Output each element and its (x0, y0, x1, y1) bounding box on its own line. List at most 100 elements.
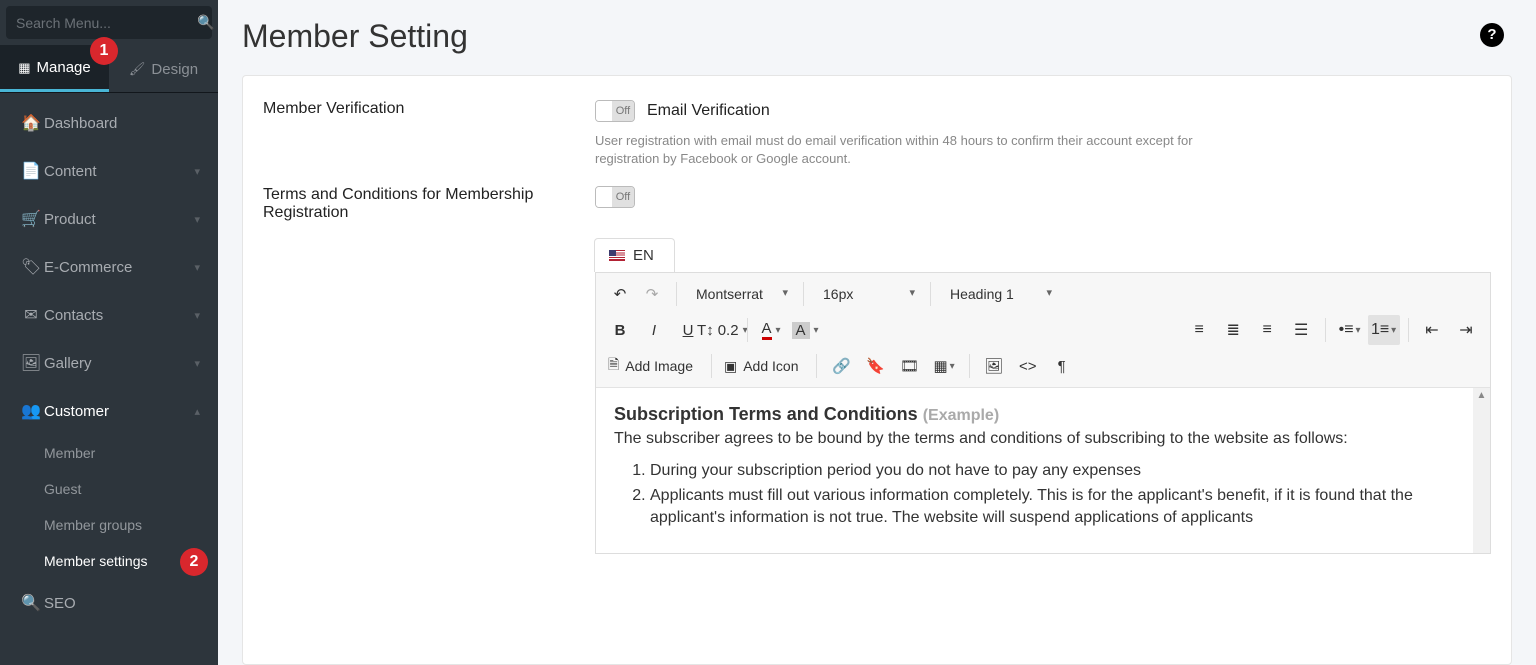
font-size-select[interactable]: 16px (812, 281, 922, 307)
chevron-up-icon: ▴ (194, 405, 200, 418)
tab-design[interactable]: 🖌 Design (109, 45, 218, 92)
search-icon: 🔍 (18, 593, 44, 613)
label-terms: Terms and Conditions for Membership Regi… (263, 186, 575, 554)
terms-heading: Subscription Terms and Conditions (614, 404, 923, 424)
menu-search-input[interactable] (16, 15, 197, 31)
align-center-button[interactable]: ≣ (1217, 315, 1249, 345)
subitem-member[interactable]: Member (0, 435, 218, 471)
sidebar-item-product[interactable]: 🛒 Product ▾ (0, 195, 218, 243)
sidebar-item-label: Contacts (44, 307, 103, 324)
settings-panel: Member Verification Off Email Verificati… (242, 75, 1512, 665)
editor-scrollbar[interactable]: ▲ (1473, 388, 1490, 553)
undo-button[interactable]: ↶ (604, 279, 636, 309)
align-right-icon: ≡ (1258, 321, 1276, 339)
subitem-guest[interactable]: Guest (0, 471, 218, 507)
subitem-member-groups[interactable]: Member groups (0, 507, 218, 543)
align-justify-button[interactable]: ☰ (1285, 315, 1317, 345)
scroll-up-icon: ▲ (1473, 390, 1490, 401)
outdent-button[interactable]: ⇤ (1416, 315, 1448, 345)
font-color-button[interactable]: A▾ (755, 315, 787, 345)
menu-search[interactable]: 🔍 (6, 6, 212, 39)
letter-spacing-button[interactable]: T↕0.2▾ (706, 315, 739, 345)
chevron-down-icon: ▾ (194, 213, 200, 226)
font-family-select[interactable]: Montserrat (685, 281, 795, 307)
list-ul-icon: •≡ (1339, 321, 1354, 339)
undo-icon: ↶ (614, 285, 627, 303)
badge-2: 2 (180, 548, 208, 576)
label-member-verification: Member Verification (263, 100, 575, 168)
video-icon: 🎞 (900, 357, 919, 375)
bg-color-button[interactable]: A▾ (789, 315, 821, 345)
file-icon: 📄 (18, 161, 44, 181)
align-right-button[interactable]: ≡ (1251, 315, 1283, 345)
add-image-button[interactable]: 🗎 Add Image (604, 354, 703, 378)
sidebar-item-label: Content (44, 163, 97, 180)
page-title: Member Setting (242, 18, 468, 55)
picture-button[interactable]: 🖼 (978, 351, 1010, 381)
customer-submenu: Member Guest Member groups Member settin… (0, 435, 218, 579)
toggle-state: Off (612, 101, 634, 121)
toggle-terms[interactable]: Off (595, 186, 635, 208)
link-icon: 🔗 (832, 357, 851, 375)
lang-tab-en[interactable]: EN (594, 238, 675, 272)
outdent-icon: ⇤ (1423, 321, 1441, 339)
sidebar-item-label: SEO (44, 595, 76, 612)
redo-button[interactable]: ↷ (636, 279, 668, 309)
code-icon: <> (1019, 358, 1037, 375)
sidebar-item-gallery[interactable]: 🖼 Gallery ▾ (0, 339, 218, 387)
table-icon: ▦ (933, 357, 947, 375)
terms-list: During your subscription period you do n… (650, 460, 1455, 529)
video-button[interactable]: 🎞 (893, 351, 925, 381)
bookmark-button[interactable]: 🔖 (859, 351, 891, 381)
bookmark-icon: 🔖 (866, 357, 885, 375)
bold-button[interactable]: B (604, 315, 636, 345)
sidebar-item-label: Customer (44, 403, 109, 420)
cart-icon: 🛒 (18, 209, 44, 229)
align-left-button[interactable]: ≡ (1183, 315, 1215, 345)
subitem-member-settings[interactable]: Member settings 2 (0, 543, 218, 579)
indent-button[interactable]: ⇥ (1450, 315, 1482, 345)
grid-icon: ▦ (18, 60, 30, 76)
letter-spacing-icon: T↕ (697, 322, 714, 339)
pilcrow-icon: ¶ (1058, 358, 1066, 375)
terms-editor: EN ↶ ↷ Montserrat (595, 238, 1491, 554)
lang-tab-label: EN (633, 247, 654, 264)
table-button[interactable]: ▦▾ (927, 351, 960, 381)
heading-select[interactable]: Heading 1 (939, 281, 1059, 307)
list-ol-button[interactable]: 1≡▾ (1368, 315, 1400, 345)
add-icon-button[interactable]: ▣ Add Icon (720, 358, 809, 375)
flag-us-icon (609, 250, 625, 261)
image-icon: 🖼 (18, 353, 44, 373)
terms-example: (Example) (923, 407, 999, 424)
align-left-icon: ≡ (1190, 321, 1208, 339)
tab-manage-label: Manage (37, 59, 91, 76)
editor-content[interactable]: Subscription Terms and Conditions (Examp… (596, 388, 1473, 553)
sidebar-item-ecommerce[interactable]: 🏷 E-Commerce ▾ (0, 243, 218, 291)
chevron-down-icon: ▾ (194, 165, 200, 178)
sidebar-nav: 🏠 Dashboard 📄 Content ▾ 🛒 Product ▾ 🏷 E-… (0, 93, 218, 665)
chevron-down-icon: ▾ (194, 357, 200, 370)
toggle-email-verification[interactable]: Off (595, 100, 635, 122)
list-ul-button[interactable]: •≡▾ (1334, 315, 1366, 345)
sidebar-item-label: Gallery (44, 355, 92, 372)
align-justify-icon: ☰ (1292, 321, 1310, 339)
sidebar-item-seo[interactable]: 🔍 SEO (0, 579, 218, 627)
link-button[interactable]: 🔗 (825, 351, 857, 381)
italic-button[interactable]: I (638, 315, 670, 345)
italic-icon: I (652, 322, 656, 339)
envelope-icon: ✉ (18, 305, 44, 325)
sidebar: 🔍 ▦ Manage 🖌 Design 1 🏠 Dashboard 📄 Cont… (0, 0, 218, 665)
sidebar-item-dashboard[interactable]: 🏠 Dashboard (0, 99, 218, 147)
redo-icon: ↷ (646, 285, 659, 303)
tab-design-label: Design (151, 61, 198, 78)
underline-icon: U (683, 322, 694, 339)
sidebar-item-customer[interactable]: 👥 Customer ▴ (0, 387, 218, 435)
paragraph-button[interactable]: ¶ (1046, 351, 1078, 381)
help-button[interactable]: ? (1480, 23, 1504, 47)
code-view-button[interactable]: <> (1012, 351, 1044, 381)
sidebar-item-contacts[interactable]: ✉ Contacts ▾ (0, 291, 218, 339)
list-ol-icon: 1≡ (1371, 321, 1389, 339)
image-file-icon: 🗎 (608, 354, 619, 378)
sidebar-item-label: E-Commerce (44, 259, 132, 276)
sidebar-item-content[interactable]: 📄 Content ▾ (0, 147, 218, 195)
